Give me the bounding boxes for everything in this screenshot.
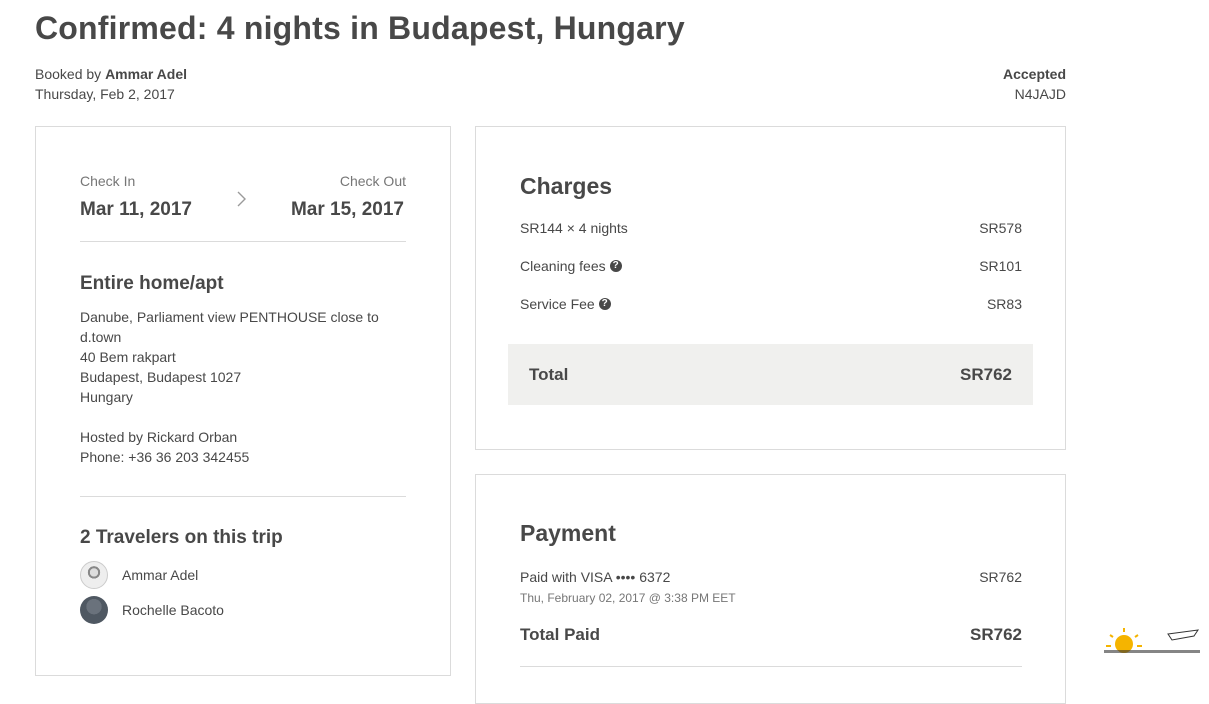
booked-by: Booked by Ammar Adel [35, 64, 187, 84]
charge-row: Cleaning fees ? SR101 [520, 258, 1022, 274]
booking-meta: Booked by Ammar Adel Thursday, Feb 2, 20… [35, 64, 187, 104]
traveler-item[interactable]: Ammar Adel [80, 561, 198, 589]
charges-heading: Charges [520, 173, 613, 199]
avatar [80, 561, 108, 589]
total-amount: SR762 [960, 364, 1012, 384]
charge-amount: SR83 [986, 296, 1022, 312]
charge-row: Service Fee ? SR83 [520, 296, 1022, 312]
site-watermark-logo [1098, 624, 1204, 682]
charges-card: Charges SR144 × 4 nights SR578 Cleaning … [475, 126, 1066, 450]
traveler-name: Ammar Adel [122, 567, 199, 583]
charge-label-group: Cleaning fees ? [520, 258, 622, 274]
trip-details-card: Check In Mar 11, 2017 Check Out Mar 15, … [35, 126, 451, 676]
charge-label: Cleaning fees [520, 258, 606, 274]
host-info: Hosted by Rickard Orban Phone: +36 36 20… [80, 427, 249, 467]
help-icon[interactable]: ? [598, 298, 611, 310]
total-paid: Total Paid SR762 [520, 625, 1022, 645]
travelers-heading: 2 Travelers on this trip [80, 527, 283, 548]
divider [520, 666, 1022, 667]
page-title: Confirmed: 4 nights in Budapest, Hungary [35, 10, 685, 46]
address-line: Danube, Parliament view PENTHOUSE close … [80, 309, 379, 325]
host-name: Hosted by Rickard Orban [80, 429, 238, 445]
check-in-date: Mar 11, 2017 [80, 199, 192, 220]
check-out-date: Mar 15, 2017 [290, 199, 404, 220]
booked-date: Thursday, Feb 2, 2017 [35, 86, 175, 102]
total-paid-amount: SR762 [970, 625, 1022, 644]
check-in-label: Check In [80, 173, 136, 189]
room-type: Entire home/apt [80, 273, 224, 294]
payment-heading: Payment [520, 520, 616, 546]
booked-by-name: Ammar Adel [105, 66, 188, 82]
payment-card: Payment Paid with VISA •••• 6372 SR762 T… [475, 474, 1066, 704]
charge-amount: SR101 [979, 258, 1022, 274]
payment-timestamp: Thu, February 02, 2017 @ 3:38 PM EET [520, 591, 736, 605]
charge-label: Service Fee [520, 296, 595, 312]
help-icon[interactable]: ? [609, 260, 622, 272]
address-line: Budapest, Budapest 1027 [80, 369, 242, 385]
check-out-label: Check Out [339, 173, 406, 189]
reservation-status: Accepted N4JAJD [900, 64, 1066, 104]
charge-amount: SR578 [979, 220, 1022, 236]
total-paid-label: Total Paid [520, 625, 600, 644]
address-line: d.town [80, 329, 122, 345]
sun-plane-icon [1104, 628, 1200, 653]
booked-by-prefix: Booked by [35, 66, 102, 82]
chevron-right-icon [237, 191, 246, 207]
charge-label: SR144 × 4 nights [520, 220, 628, 236]
payment-amount: SR762 [979, 569, 1022, 585]
divider [80, 496, 406, 497]
address-line: 40 Bem rakpart [80, 349, 176, 365]
charges-total: Total SR762 [508, 344, 1033, 405]
avatar [80, 596, 108, 624]
total-label: Total [529, 364, 569, 384]
confirmation-code: N4JAJD [1014, 86, 1066, 102]
status-badge: Accepted [1002, 66, 1066, 82]
traveler-item[interactable]: Rochelle Bacoto [80, 596, 224, 624]
charge-row: SR144 × 4 nights SR578 [520, 220, 1022, 236]
host-phone: Phone: +36 36 203 342455 [80, 449, 250, 465]
payment-row: Paid with VISA •••• 6372 SR762 [520, 569, 1022, 585]
payment-method: Paid with VISA •••• 6372 [520, 569, 671, 585]
charge-label-group: Service Fee ? [520, 296, 611, 312]
traveler-name: Rochelle Bacoto [122, 602, 224, 618]
listing-address: Danube, Parliament view PENTHOUSE close … [80, 307, 400, 407]
divider [80, 241, 406, 242]
address-line: Hungary [80, 389, 133, 405]
